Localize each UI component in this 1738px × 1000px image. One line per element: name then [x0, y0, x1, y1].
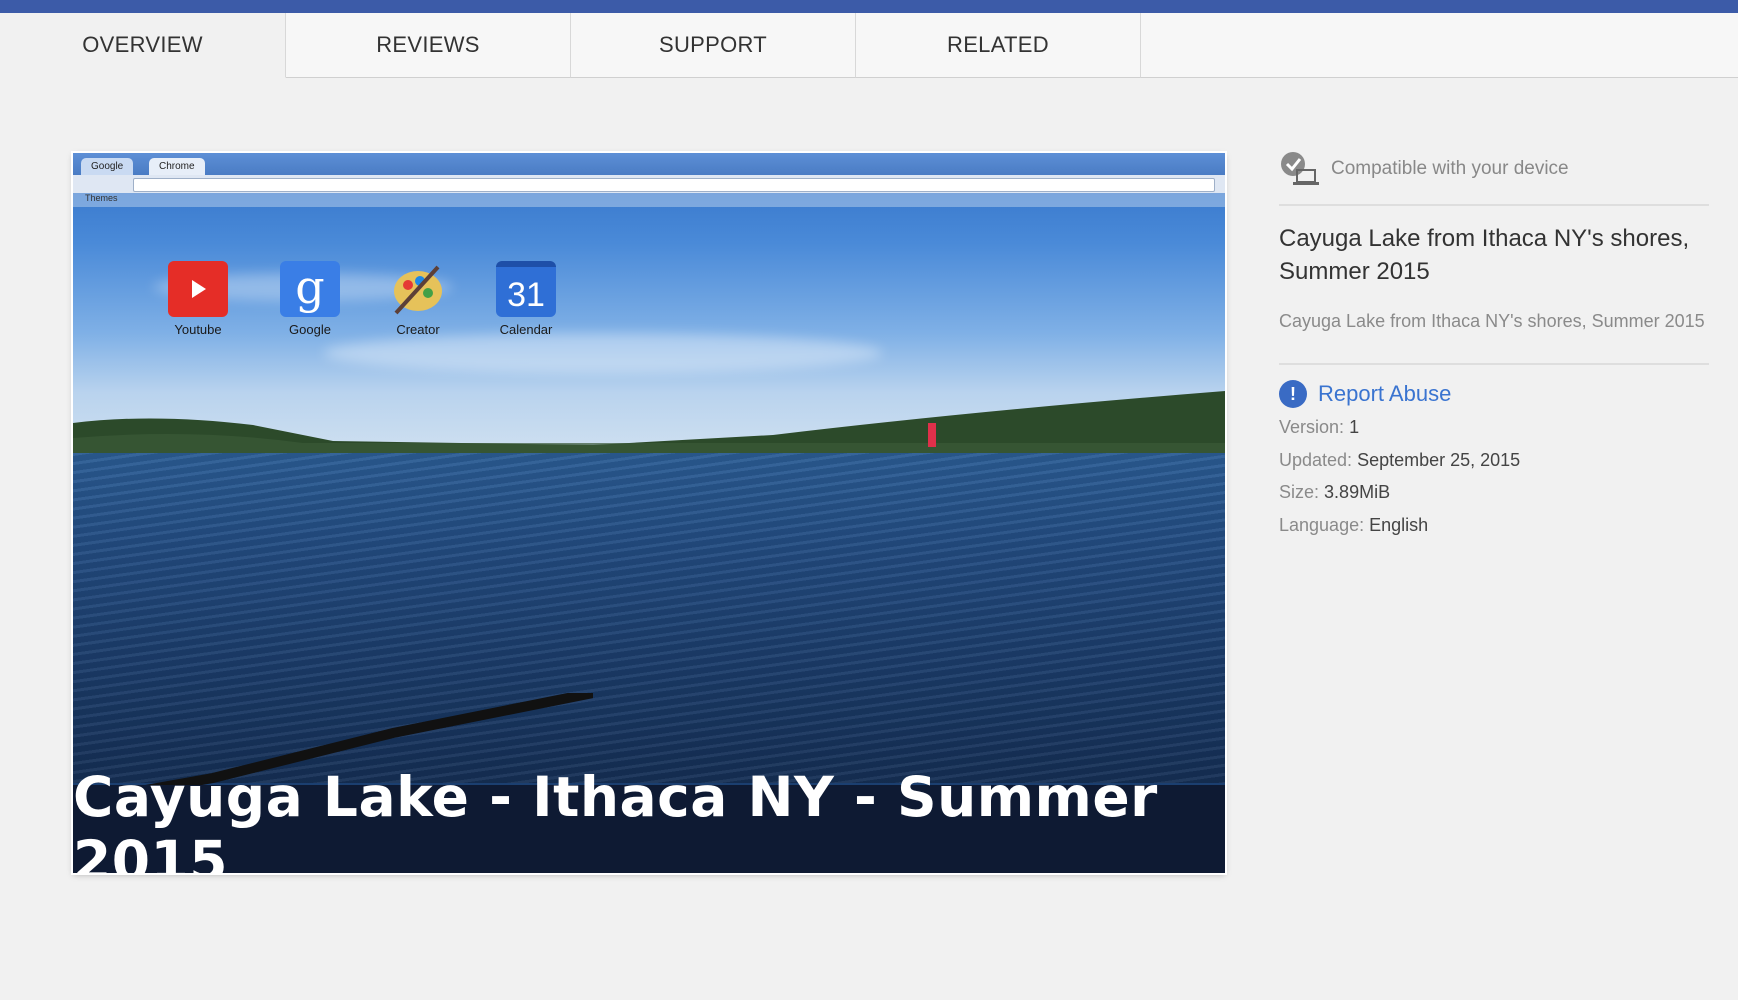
item-metadata: Version: 1 Updated: September 25, 2015 S… [1279, 411, 1709, 541]
meta-version: Version: 1 [1279, 411, 1709, 444]
top-accent-bar [0, 0, 1738, 13]
device-compatible-icon [1279, 150, 1319, 188]
item-title: Cayuga Lake from Ithaca NY's shores, Sum… [1279, 225, 1690, 285]
tab-overview[interactable]: OVERVIEW [0, 13, 286, 78]
divider [1279, 204, 1709, 206]
tab-bar-filler [1141, 13, 1738, 78]
compatibility-row: Compatible with your device [1279, 148, 1709, 190]
details-sidebar: Compatible with your device Cayuga Lake … [1279, 148, 1709, 541]
alert-icon: ! [1279, 380, 1307, 408]
app-google: g Google [265, 261, 355, 337]
meta-updated: Updated: September 25, 2015 [1279, 444, 1709, 477]
meta-key: Updated: [1279, 449, 1353, 470]
app-youtube: Youtube [153, 261, 243, 337]
meta-key: Language: [1279, 514, 1365, 535]
omnibox [133, 178, 1215, 192]
meta-key: Size: [1279, 482, 1320, 502]
meta-size: Size: 3.89MiB [1279, 476, 1709, 509]
tab-label: REVIEWS [376, 32, 480, 57]
meta-value: 3.89MiB [1324, 482, 1391, 502]
divider [1279, 363, 1709, 365]
tab-bar: OVERVIEW REVIEWS SUPPORT RELATED [0, 13, 1738, 78]
app-calendar: 31 Calendar [481, 261, 571, 337]
browser-frame: Google Chrome Themes [73, 153, 1225, 211]
screenshot-caption: Cayuga Lake - Ithaca NY - Summer 2015 [73, 765, 1225, 873]
app-shortcuts: Youtube g Google Creator 31 Calendar [73, 261, 1225, 351]
tab-support[interactable]: SUPPORT [571, 13, 856, 78]
youtube-icon [168, 261, 228, 317]
meta-value: English [1369, 514, 1429, 535]
meta-language: Language: English [1279, 509, 1709, 542]
tab-label: RELATED [947, 32, 1049, 57]
compatibility-text: Compatible with your device [1331, 158, 1569, 179]
meta-key: Version: [1279, 417, 1345, 437]
google-icon: g [280, 261, 340, 317]
tab-label: SUPPORT [658, 32, 768, 57]
app-label: Creator [396, 322, 440, 337]
tab-label: OVERVIEW [82, 32, 203, 57]
meta-value: September 25, 2015 [1357, 449, 1521, 470]
bookmark-label: Themes [85, 193, 118, 203]
browser-tab: Google [81, 158, 134, 175]
item-description: Cayuga Lake from Ithaca NY's shores, Sum… [1279, 311, 1705, 331]
report-abuse-row[interactable]: ! Report Abuse [1279, 379, 1709, 409]
meta-value: 1 [1349, 417, 1360, 437]
tab-reviews[interactable]: REVIEWS [286, 13, 571, 78]
app-label: Calendar [499, 322, 553, 337]
theme-screenshot[interactable]: Google Chrome Themes Youtube g Google Cr… [73, 153, 1225, 873]
tab-related[interactable]: RELATED [856, 13, 1141, 78]
palette-icon [388, 261, 448, 317]
browser-tab: Chrome [149, 158, 205, 175]
app-label: Youtube [174, 322, 222, 337]
app-label: Google [289, 322, 331, 337]
app-creator: Creator [373, 261, 463, 337]
calendar-icon: 31 [496, 261, 556, 317]
hills [73, 391, 1225, 463]
report-abuse-link[interactable]: Report Abuse [1318, 381, 1451, 407]
